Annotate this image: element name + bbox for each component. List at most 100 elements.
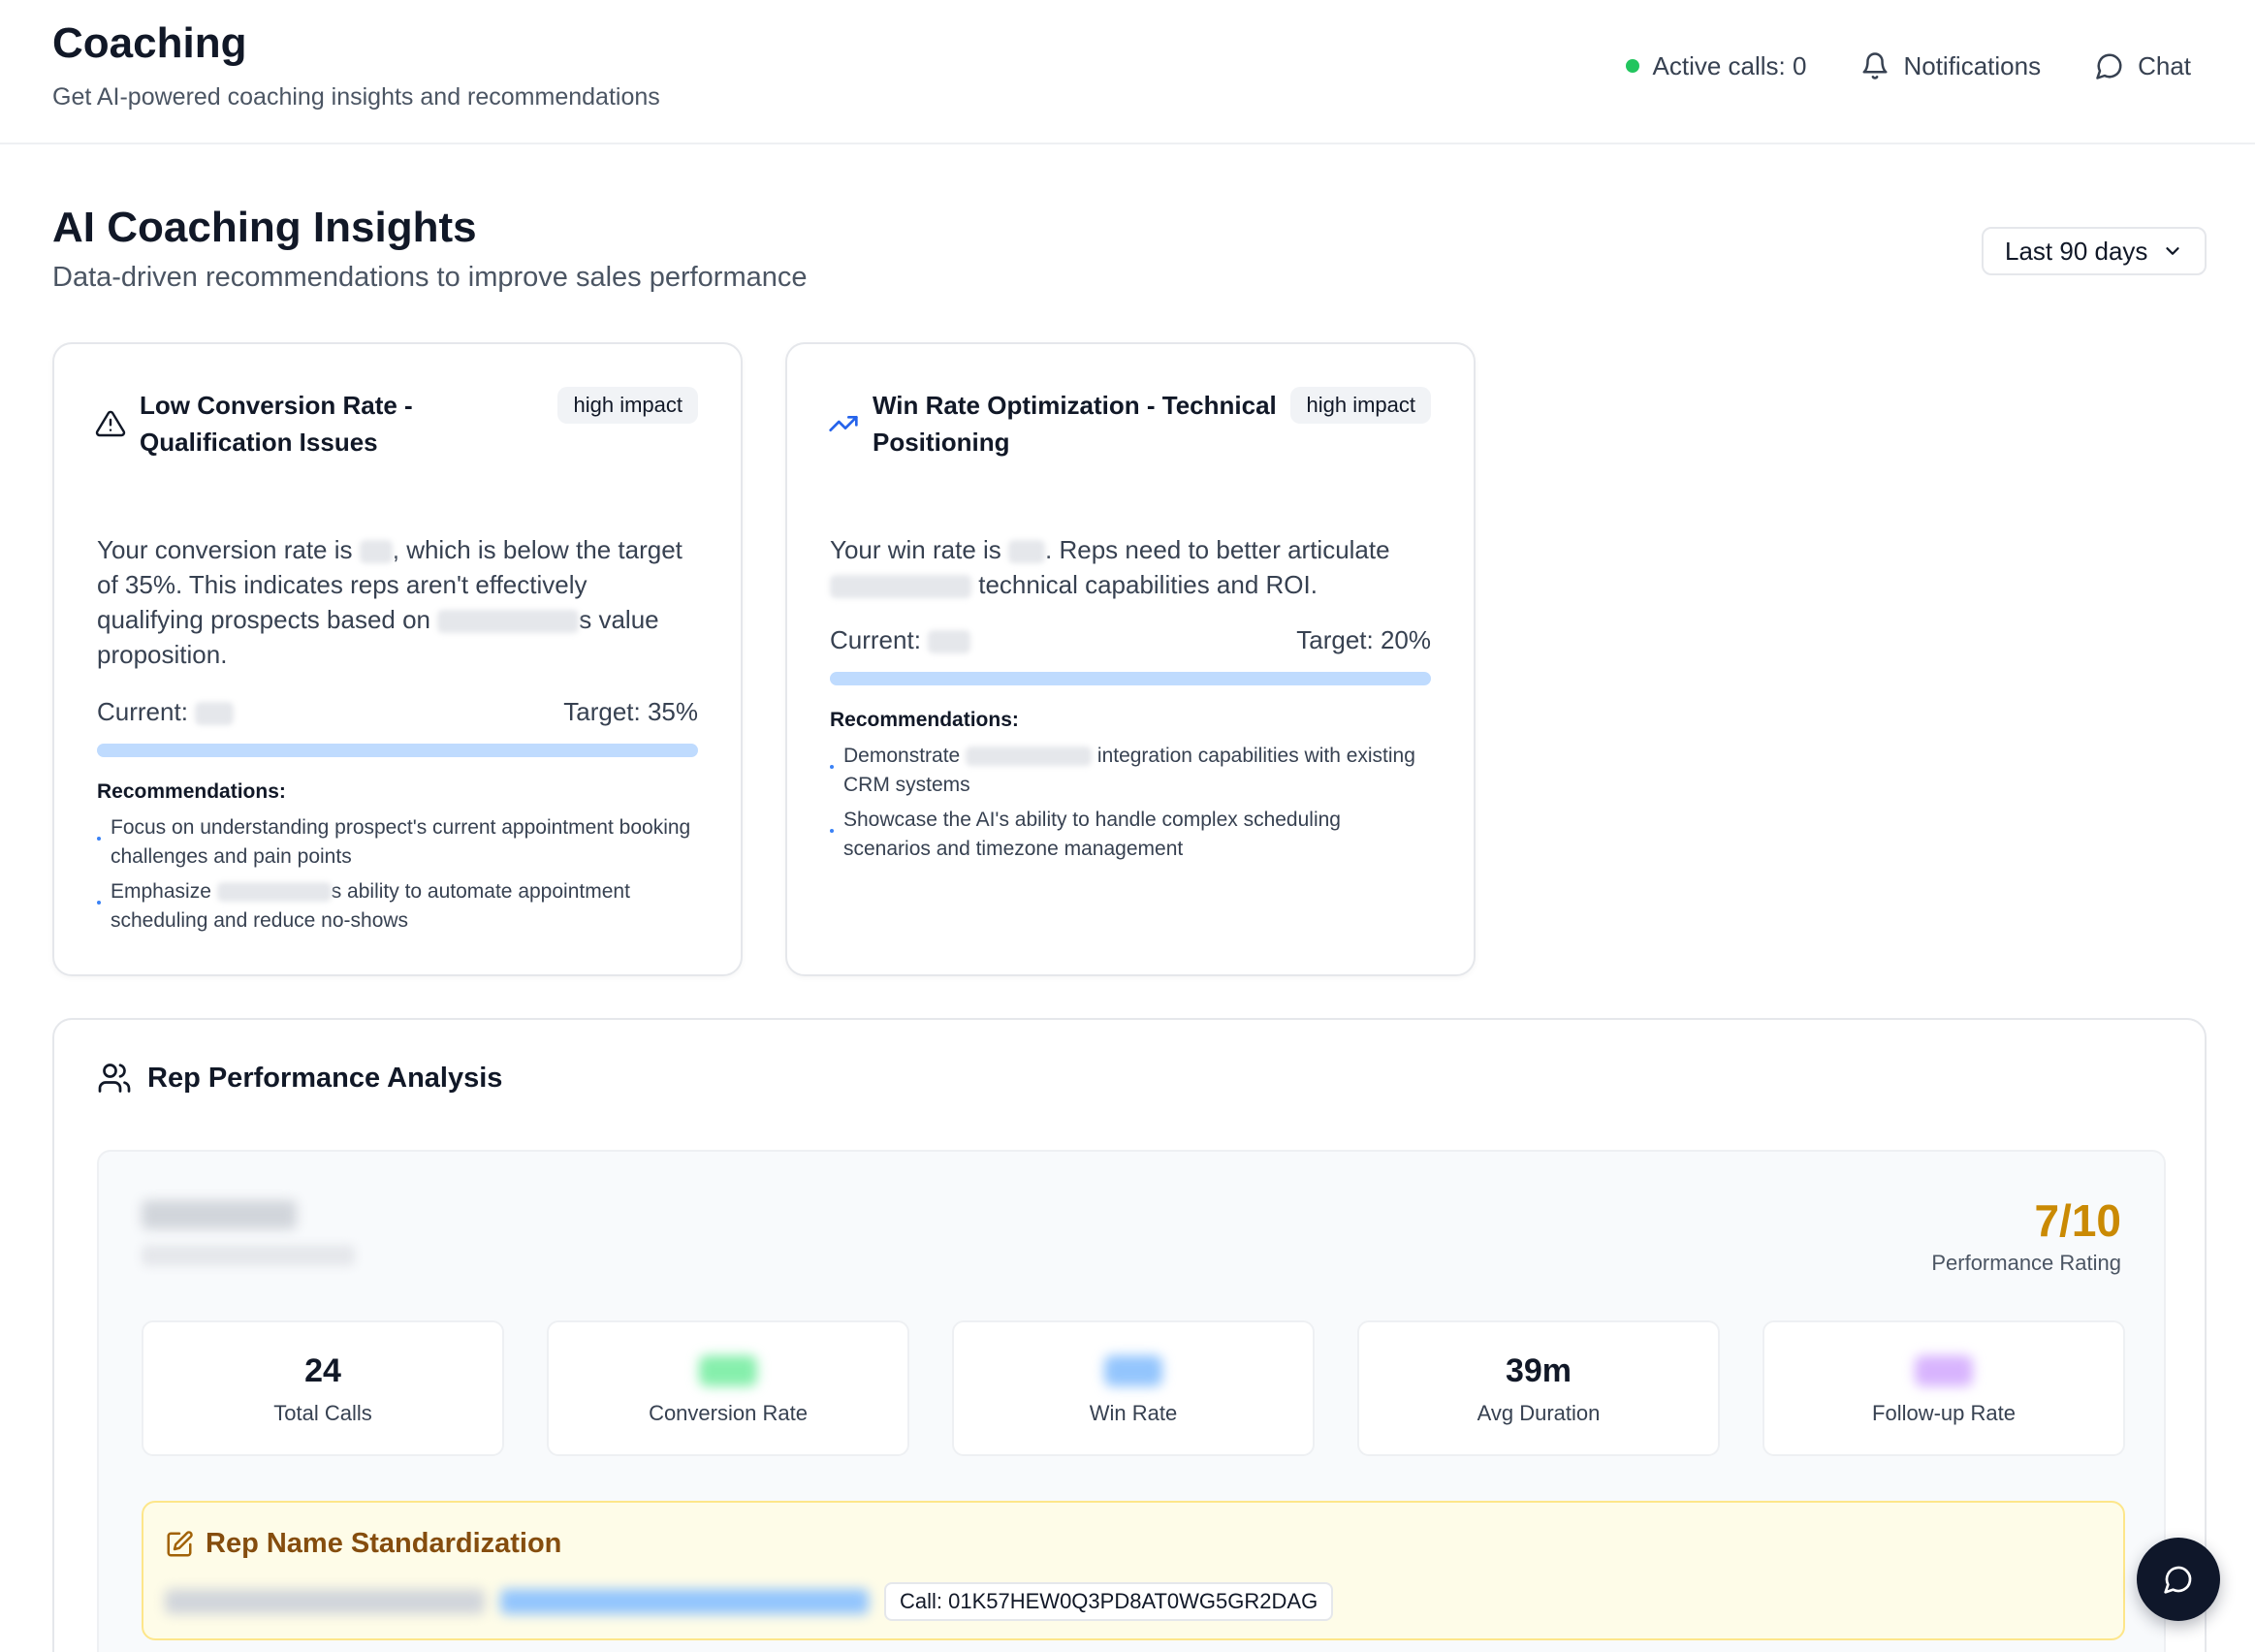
standardization-row: Call: 01K57HEW0Q3PD8AT0WG5GR2DAG bbox=[165, 1582, 1334, 1621]
target-label: Target: 35% bbox=[563, 697, 698, 726]
progress-fill bbox=[97, 744, 698, 757]
chat-label: Chat bbox=[2138, 50, 2191, 80]
desc-text: technical capabilities and ROI. bbox=[971, 570, 1318, 599]
redacted-company bbox=[966, 747, 1093, 767]
stat-value: 39m bbox=[1505, 1351, 1572, 1389]
rating-label: Performance Rating bbox=[1931, 1251, 2121, 1275]
desc-text: . Reps need to better articulate bbox=[1045, 535, 1390, 564]
recommendation-item: Focus on understanding prospect's curren… bbox=[97, 813, 698, 872]
rep-performance-header: Rep Performance Analysis bbox=[97, 1061, 502, 1096]
standardization-header: Rep Name Standardization bbox=[165, 1528, 561, 1560]
stat-total-calls: 24 Total Calls bbox=[142, 1320, 504, 1456]
insight-card-win-rate: Win Rate Optimization - Technical Positi… bbox=[785, 342, 1476, 976]
active-calls-status: Active calls: 0 bbox=[1625, 50, 1807, 81]
recommendation-item: Emphasize s ability to automate appointm… bbox=[97, 877, 698, 936]
desc-text: Your conversion rate is bbox=[97, 535, 360, 564]
rep-card: 7/10 Performance Rating 24 Total Calls C… bbox=[97, 1150, 2166, 1652]
target-label: Target: 20% bbox=[1296, 625, 1431, 654]
rep-name-standardization: Rep Name Standardization Call: 01K57HEW0… bbox=[142, 1501, 2125, 1640]
trending-up-icon bbox=[829, 416, 858, 431]
period-select-value: Last 90 days bbox=[2005, 236, 2148, 266]
recommendations-list: Demonstrate integration capabilities wit… bbox=[830, 742, 1431, 870]
rating-value: 7/10 bbox=[2034, 1195, 2121, 1246]
page-subtitle: Get AI-powered coaching insights and rec… bbox=[52, 83, 660, 111]
progress-bar bbox=[97, 744, 698, 757]
stat-label: Conversion Rate bbox=[649, 1401, 808, 1425]
stats-row: 24 Total Calls Conversion Rate Win Rate … bbox=[142, 1320, 2125, 1456]
stat-label: Avg Duration bbox=[1477, 1401, 1601, 1425]
call-id-chip: Call: 01K57HEW0Q3PD8AT0WG5GR2DAG bbox=[884, 1582, 1334, 1621]
redacted-value bbox=[359, 540, 393, 564]
chat-button[interactable]: Chat bbox=[2095, 51, 2191, 81]
redacted-standardized-name[interactable] bbox=[500, 1589, 869, 1614]
stat-value-redacted bbox=[1104, 1350, 1162, 1391]
redacted-rep-email bbox=[142, 1245, 355, 1266]
rec-text: Emphasize bbox=[111, 880, 217, 903]
top-bar: Coaching Get AI-powered coaching insight… bbox=[0, 0, 2255, 144]
impact-badge: high impact bbox=[1290, 387, 1431, 424]
chat-icon bbox=[2164, 1566, 2192, 1594]
rep-performance-panel: Rep Performance Analysis 7/10 Performanc… bbox=[52, 1018, 2207, 1652]
current-text: Current: bbox=[830, 625, 929, 654]
redacted-stat bbox=[1915, 1355, 1973, 1386]
recommendations-list: Focus on understanding prospect's curren… bbox=[97, 813, 698, 941]
edit-icon bbox=[167, 1530, 193, 1556]
current-label: Current: bbox=[97, 697, 235, 727]
progress-labels: Current: Target: 35% bbox=[97, 697, 698, 727]
insight-card-conversion: Low Conversion Rate - Qualification Issu… bbox=[52, 342, 743, 976]
recommendation-item: Showcase the AI's ability to handle comp… bbox=[830, 806, 1431, 864]
floating-chat-button[interactable] bbox=[2137, 1538, 2220, 1621]
redacted-stat bbox=[699, 1355, 757, 1386]
rec-text: Demonstrate bbox=[843, 745, 967, 767]
stat-win-rate: Win Rate bbox=[952, 1320, 1315, 1456]
redacted-value bbox=[1008, 540, 1046, 564]
rep-performance-title: Rep Performance Analysis bbox=[147, 1062, 503, 1094]
insights-subtitle: Data-driven recommendations to improve s… bbox=[52, 262, 808, 293]
stat-value-redacted bbox=[1915, 1350, 1973, 1391]
insights-title: AI Coaching Insights bbox=[52, 204, 477, 251]
redacted-rep-name bbox=[142, 1200, 297, 1229]
active-calls-label: Active calls: 0 bbox=[1652, 50, 1807, 80]
redacted-current bbox=[928, 630, 971, 654]
page-title: Coaching bbox=[52, 19, 247, 67]
recommendations-title: Recommendations: bbox=[830, 709, 1019, 731]
period-select[interactable]: Last 90 days bbox=[1982, 227, 2207, 275]
performance-rating: 7/10 Performance Rating bbox=[1931, 1194, 2121, 1276]
top-actions: Active calls: 0 Notifications Chat bbox=[1625, 47, 2191, 85]
redacted-company bbox=[437, 610, 580, 634]
card-header: Win Rate Optimization - Technical Positi… bbox=[828, 387, 1431, 461]
progress-bar bbox=[830, 672, 1431, 685]
recommendations-title: Recommendations: bbox=[97, 780, 286, 803]
warning-icon bbox=[95, 410, 126, 437]
standardization-title: Rep Name Standardization bbox=[206, 1528, 562, 1559]
stat-label: Win Rate bbox=[1089, 1401, 1178, 1425]
chevron-down-icon bbox=[2166, 247, 2179, 255]
current-label: Current: bbox=[830, 625, 971, 655]
card-header: Low Conversion Rate - Qualification Issu… bbox=[95, 387, 698, 461]
stat-follow-up-rate: Follow-up Rate bbox=[1763, 1320, 2125, 1456]
stat-avg-duration: 39m Avg Duration bbox=[1357, 1320, 1720, 1456]
redacted-current bbox=[195, 702, 235, 726]
redacted-company bbox=[216, 882, 332, 903]
redacted-original-name bbox=[165, 1589, 485, 1614]
stat-conversion-rate: Conversion Rate bbox=[547, 1320, 909, 1456]
card-description: Your win rate is . Reps need to better a… bbox=[830, 532, 1431, 602]
progress-labels: Current: Target: 20% bbox=[830, 625, 1431, 655]
card-title: Win Rate Optimization - Technical Positi… bbox=[873, 391, 1277, 457]
bell-icon bbox=[1862, 52, 1888, 79]
stat-label: Follow-up Rate bbox=[1872, 1401, 2016, 1425]
stat-value-redacted bbox=[699, 1350, 757, 1391]
notifications-label: Notifications bbox=[1903, 50, 2042, 80]
status-dot-icon bbox=[1625, 59, 1639, 73]
recommendation-item: Demonstrate integration capabilities wit… bbox=[830, 742, 1431, 800]
desc-text: Your win rate is bbox=[830, 535, 1009, 564]
impact-badge: high impact bbox=[557, 387, 698, 424]
stat-label: Total Calls bbox=[273, 1401, 372, 1425]
notifications-button[interactable]: Notifications bbox=[1860, 51, 2041, 81]
redacted-stat bbox=[1104, 1355, 1162, 1386]
progress-fill bbox=[830, 672, 1431, 685]
redacted-company bbox=[830, 575, 971, 599]
chat-icon bbox=[2096, 53, 2122, 79]
stat-value: 24 bbox=[304, 1351, 341, 1389]
users-icon bbox=[98, 1064, 131, 1093]
